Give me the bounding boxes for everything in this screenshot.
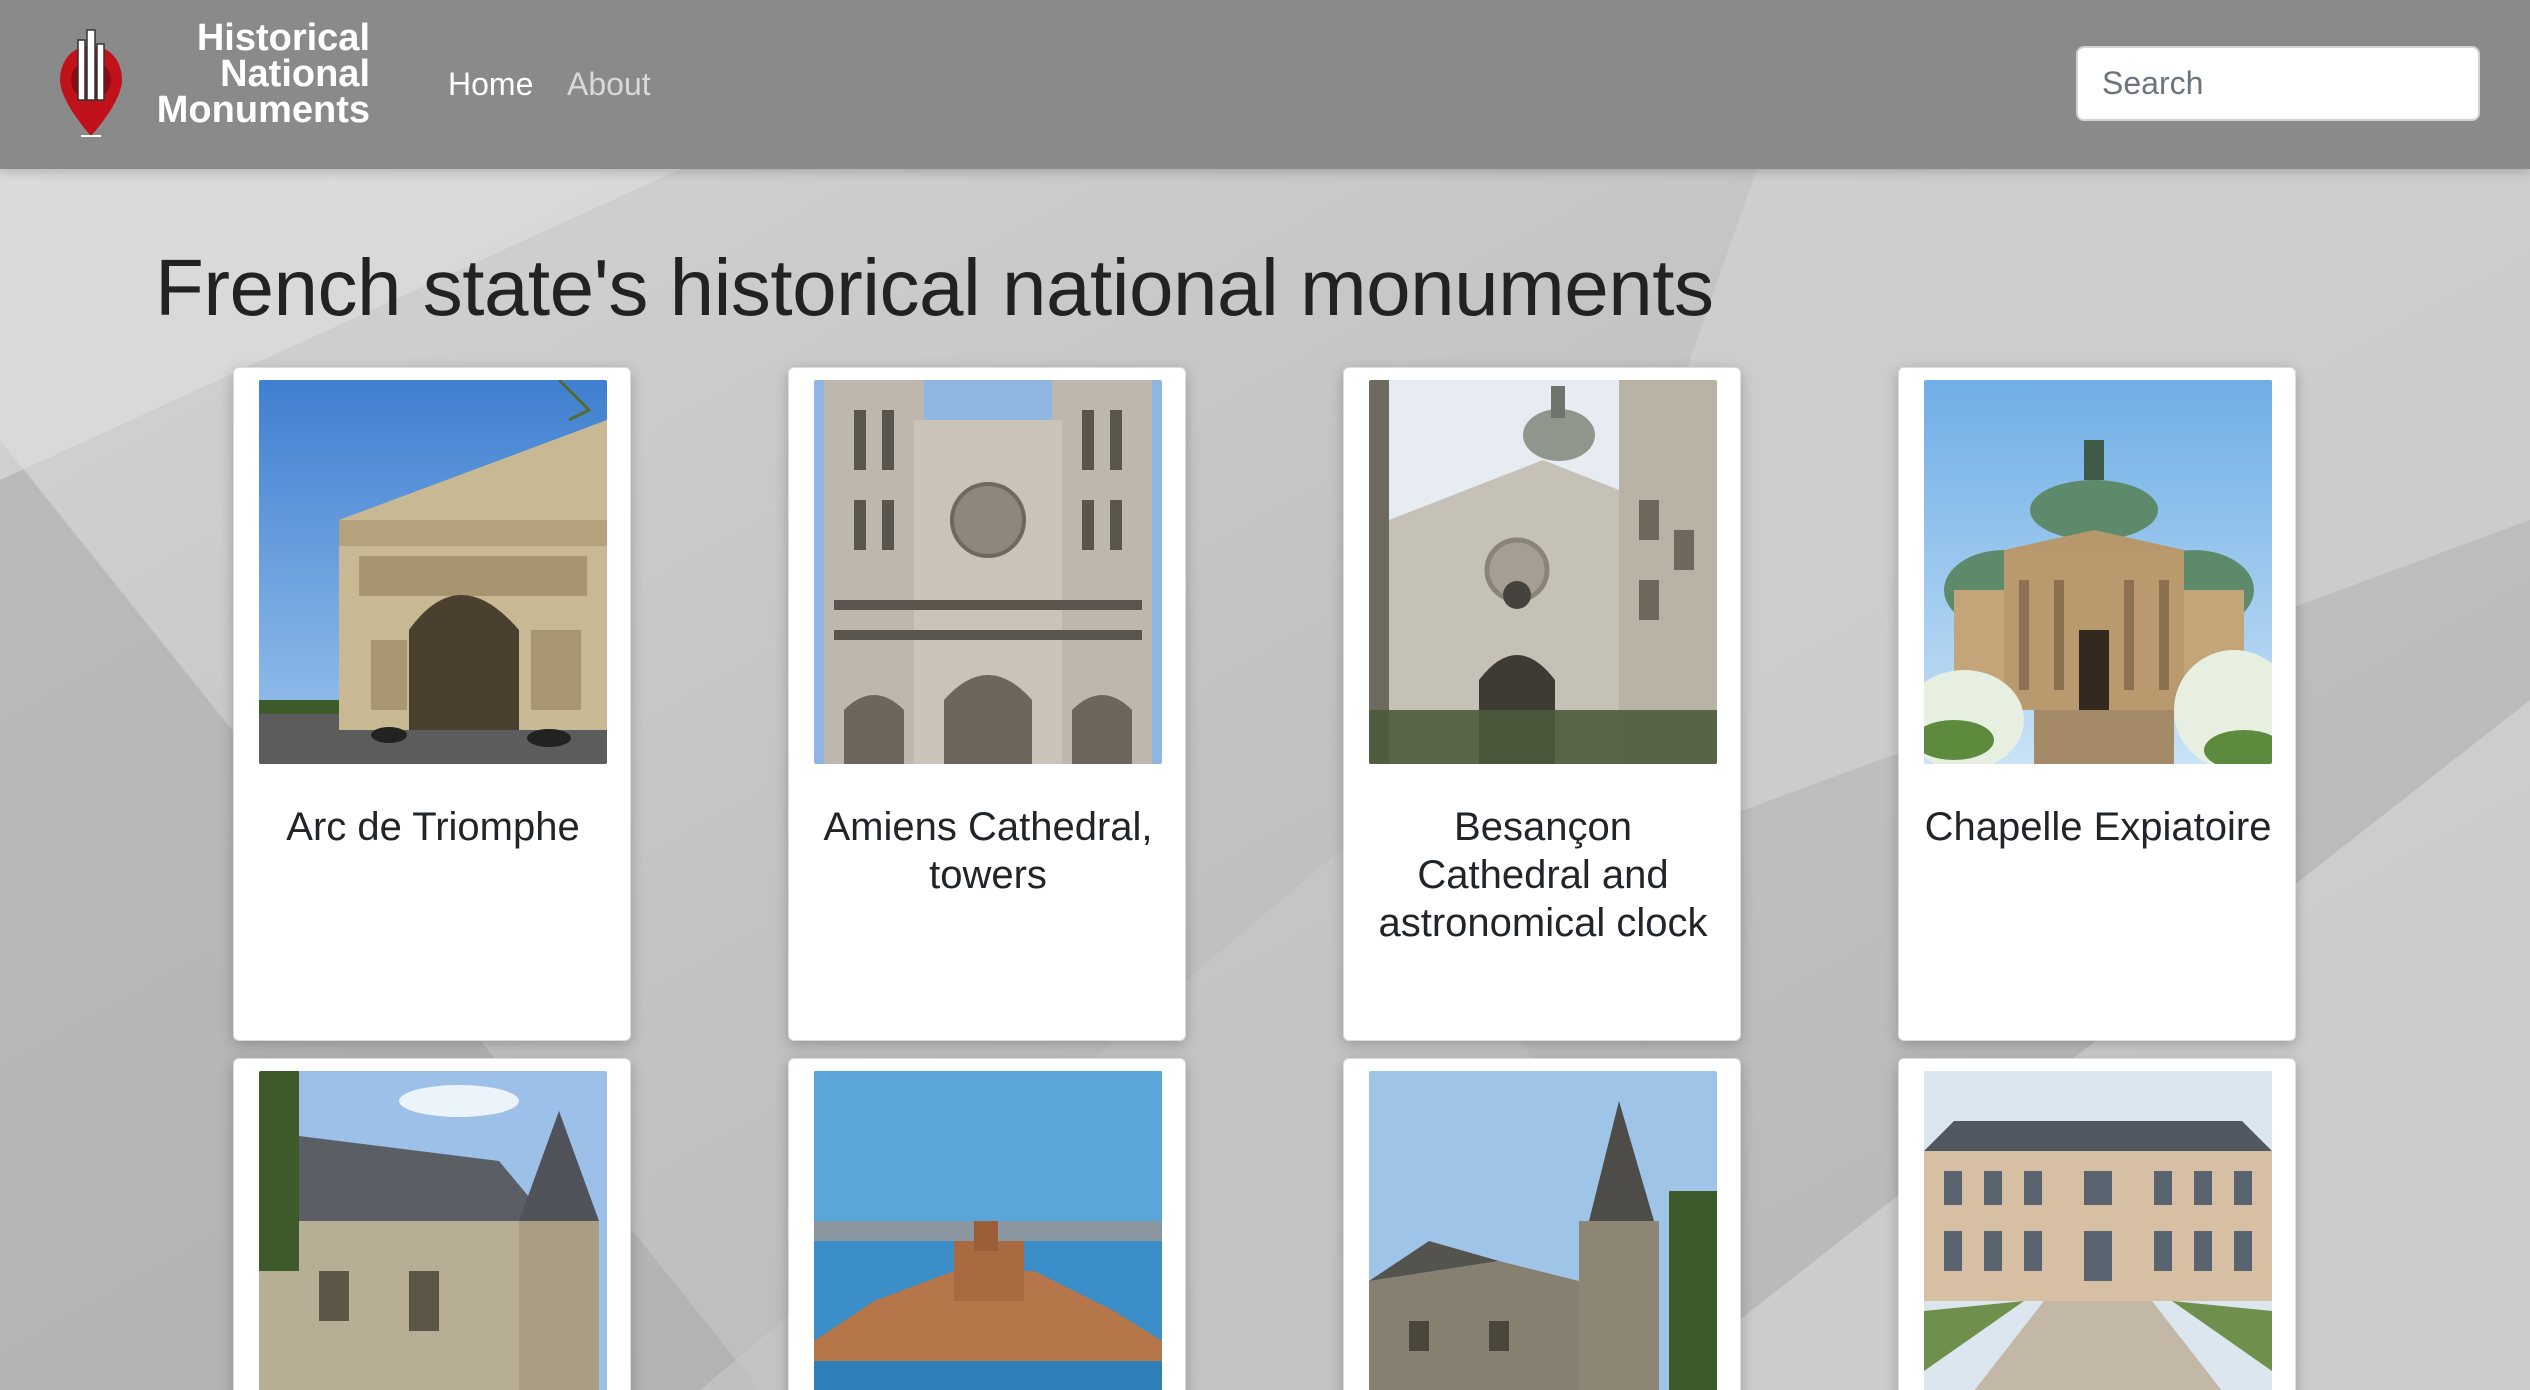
brand-line-2: National [220, 53, 370, 95]
monument-card-chapelle-expiatoire[interactable]: Chapelle Expiatoire [1898, 367, 2296, 1041]
monument-card-castle-round-tower[interactable] [1343, 1058, 1741, 1390]
brand-line-3: Monuments [156, 89, 370, 131]
amiens-cathedral-image[interactable] [814, 380, 1162, 764]
castle-round-tower-image[interactable] [1369, 1071, 1717, 1390]
monument-card-arc-de-triomphe[interactable]: Arc de Triomphe [233, 367, 631, 1041]
brand-line-1: Historical [196, 17, 370, 59]
chapelle-expiatoire-image[interactable] [1924, 380, 2272, 764]
chateau-d-if-image[interactable] [814, 1071, 1162, 1390]
card-title: Besançon Cathedral and astronomical cloc… [1378, 805, 1708, 945]
card-title: Amiens Cathedral, towers [823, 805, 1153, 897]
search-input[interactable] [2076, 46, 2480, 121]
palace-courtyard-image[interactable] [1924, 1071, 2272, 1390]
monument-card-besancon-cathedral[interactable]: Besançon Cathedral and astronomical cloc… [1343, 367, 1741, 1041]
card-title: Chapelle Expiatoire [1924, 805, 2272, 849]
nav-link-about[interactable]: About [567, 64, 651, 104]
logo-map-pin-icon[interactable] [56, 26, 126, 142]
arc-de-triomphe-image[interactable] [259, 380, 607, 764]
card-title: Arc de Triomphe [286, 805, 580, 849]
brand-name[interactable]: Historical National Monuments [150, 17, 370, 131]
page-title: French state's historical national monum… [155, 243, 1714, 332]
monument-card-amiens-cathedral[interactable]: Amiens Cathedral, towers [788, 367, 1186, 1041]
monument-card-chateau-d-if[interactable] [788, 1058, 1186, 1390]
besancon-cathedral-image[interactable] [1369, 380, 1717, 764]
monument-card-stone-chateau[interactable] [233, 1058, 631, 1390]
monument-card-palace-courtyard[interactable] [1898, 1058, 2296, 1390]
top-navbar: Historical National Monuments Home About [0, 0, 2530, 169]
nav-link-home[interactable]: Home [448, 64, 533, 104]
stone-chateau-image[interactable] [259, 1071, 607, 1390]
